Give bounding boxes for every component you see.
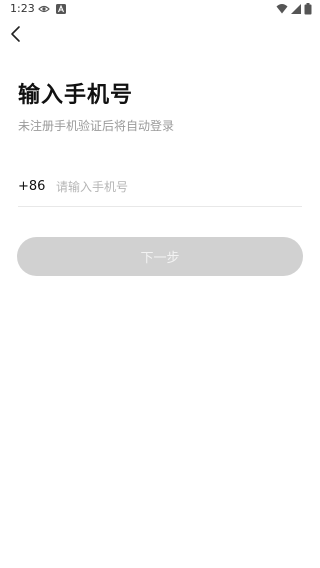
next-button[interactable]: 下一步 (17, 237, 303, 276)
page-subtitle: 未注册手机验证后将自动登录 (18, 119, 175, 133)
chevron-left-icon (9, 25, 23, 47)
back-button[interactable] (4, 24, 28, 48)
status-bar: 1:23 (0, 0, 320, 18)
country-code[interactable]: +86 (18, 179, 45, 195)
wifi-icon (276, 3, 288, 15)
battery-icon (304, 3, 312, 15)
login-phone-screen: 1:23 输入手机号 未注册手机验证后将自动登录 +86 请输入手机号 下一步 (0, 0, 320, 568)
signal-icon (290, 3, 302, 15)
phone-input-row: +86 (18, 172, 302, 207)
a-badge-icon (55, 3, 67, 15)
page-title: 输入手机号 (18, 83, 134, 108)
phone-input[interactable] (56, 176, 296, 198)
status-time: 1:23 (10, 2, 35, 15)
eye-icon (38, 3, 50, 15)
